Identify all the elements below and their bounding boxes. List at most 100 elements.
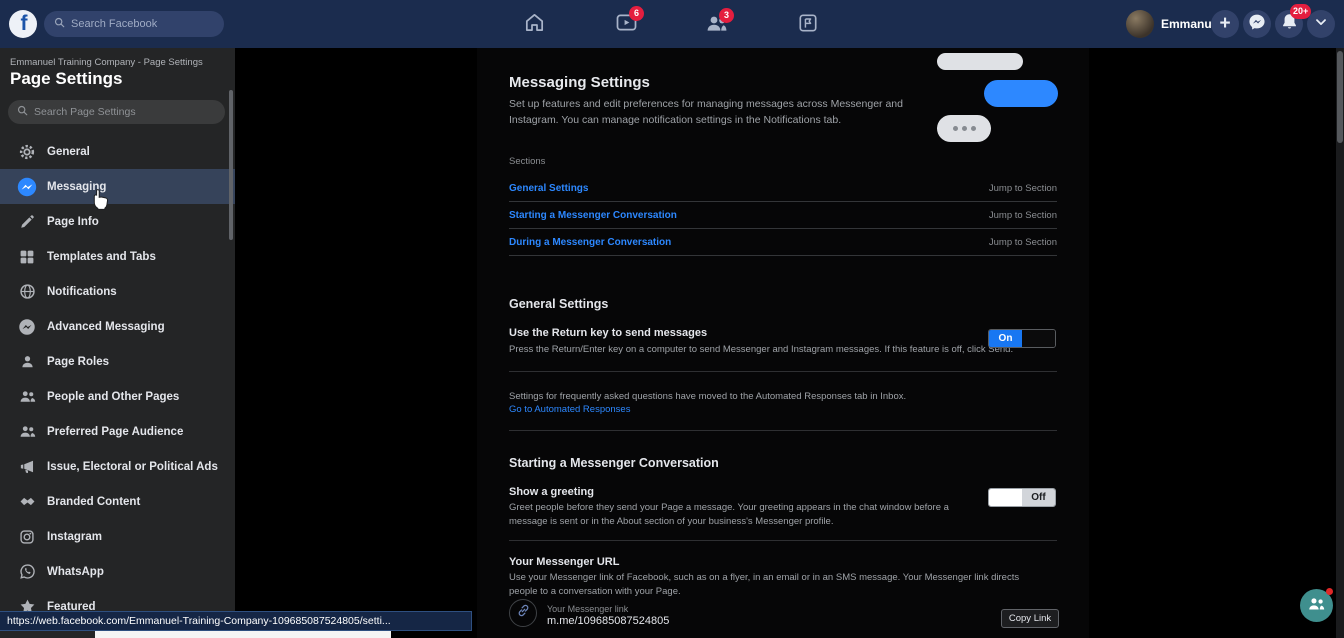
greeting-setting-title: Show a greeting: [509, 486, 594, 498]
home-icon: [523, 11, 546, 39]
faq-moved-note: Settings for frequently asked questions …: [509, 391, 907, 402]
settings-search[interactable]: [8, 100, 225, 124]
sidebar-item-label: Branded Content: [47, 495, 141, 508]
sidebar-item-messaging[interactable]: Messaging: [0, 169, 235, 204]
sidebar-item-label: WhatsApp: [47, 565, 104, 578]
sidebar-item-label: General: [47, 145, 90, 158]
jump-to-section-link[interactable]: Jump to Section: [989, 183, 1057, 194]
copy-link-button[interactable]: Copy Link: [1001, 609, 1059, 628]
widget-alert-dot: [1326, 588, 1333, 595]
jump-to-section-link[interactable]: Jump to Section: [989, 210, 1057, 221]
sidebar-item-label: Notifications: [47, 285, 117, 298]
whatsapp-icon: [16, 563, 38, 580]
floating-people-widget[interactable]: [1300, 588, 1333, 622]
link-icon: [516, 603, 531, 623]
person-icon: [16, 354, 38, 369]
section-link-row: General Settings Jump to Section: [509, 175, 1057, 202]
notifications-count-badge: 20+: [1290, 4, 1312, 19]
sidebar-item-general[interactable]: General: [0, 134, 235, 169]
section-link-general-settings[interactable]: General Settings: [509, 183, 588, 194]
pencil-icon: [16, 214, 38, 230]
panel-description: Set up features and edit preferences for…: [509, 98, 903, 126]
top-navigation-bar: f 6 3 20+ Emmanuel +: [0, 0, 1344, 48]
greeting-setting-description: Greet people before they send your Page …: [509, 502, 949, 528]
messenger-button[interactable]: [1243, 10, 1271, 38]
section-link-starting-conversation[interactable]: Starting a Messenger Conversation: [509, 210, 677, 221]
chevron-down-icon: [1314, 15, 1328, 34]
jump-to-section-link[interactable]: Jump to Section: [989, 237, 1057, 248]
settings-nav: General Messaging Page Info Templates an…: [0, 134, 235, 624]
section-link-row: During a Messenger Conversation Jump to …: [509, 229, 1057, 256]
sidebar-item-label: Page Info: [47, 215, 99, 228]
greeting-toggle[interactable]: Off: [988, 488, 1056, 507]
sections-label: Sections: [509, 156, 546, 167]
breadcrumb: Emmanuel Training Company - Page Setting…: [10, 57, 203, 68]
globe-icon: [16, 283, 38, 300]
account-menu-button[interactable]: [1307, 10, 1335, 38]
sidebar-item-issue-electoral-political-ads[interactable]: Issue, Electoral or Political Ads: [0, 449, 235, 484]
search-icon: [17, 103, 28, 121]
sidebar-scrollbar-thumb[interactable]: [229, 90, 233, 240]
typing-indicator-illustration: [937, 115, 991, 142]
divider: [509, 371, 1057, 372]
toggle-on-segment[interactable]: [989, 489, 1022, 506]
megaphone-icon: [16, 458, 38, 475]
go-to-automated-responses-link[interactable]: Go to Automated Responses: [509, 404, 630, 415]
home-tab[interactable]: [521, 12, 547, 38]
messaging-settings-panel: Messaging Settings Set up features and e…: [477, 48, 1089, 638]
search-icon: [54, 15, 65, 33]
profile-avatar: [1126, 10, 1154, 38]
page-title: Page Settings: [10, 69, 123, 88]
settings-search-input[interactable]: [34, 106, 216, 118]
people-icon: [16, 424, 38, 439]
sidebar-item-label: Page Roles: [47, 355, 109, 368]
sidebar-item-whatsapp[interactable]: WhatsApp: [0, 554, 235, 589]
facebook-logo[interactable]: f: [9, 10, 37, 38]
sidebar-item-notifications[interactable]: Notifications: [0, 274, 235, 309]
link-icon-circle: [509, 599, 537, 627]
bottom-white-strip: [95, 631, 391, 638]
section-link-list: General Settings Jump to Section Startin…: [509, 175, 1057, 256]
handshake-icon: [16, 493, 38, 510]
people-icon: [1307, 595, 1326, 617]
facebook-search[interactable]: [44, 11, 224, 37]
page-settings-sidebar: Emmanuel Training Company - Page Setting…: [0, 48, 235, 638]
section-link-row: Starting a Messenger Conversation Jump t…: [509, 202, 1057, 229]
people-icon: [16, 389, 38, 404]
sidebar-item-label: Messaging: [47, 180, 107, 193]
sidebar-item-preferred-page-audience[interactable]: Preferred Page Audience: [0, 414, 235, 449]
sidebar-item-page-info[interactable]: Page Info: [0, 204, 235, 239]
gear-icon: [16, 143, 38, 161]
messenger-url-title: Your Messenger URL: [509, 556, 620, 568]
general-settings-heading: General Settings: [509, 297, 609, 311]
section-link-during-conversation[interactable]: During a Messenger Conversation: [509, 237, 671, 248]
sidebar-item-templates-and-tabs[interactable]: Templates and Tabs: [0, 239, 235, 274]
sidebar-item-advanced-messaging[interactable]: Advanced Messaging: [0, 309, 235, 344]
sidebar-item-people-and-other-pages[interactable]: People and Other Pages: [0, 379, 235, 414]
starting-conversation-heading: Starting a Messenger Conversation: [509, 456, 719, 470]
groups-notification-badge: 3: [719, 8, 734, 23]
sidebar-item-instagram[interactable]: Instagram: [0, 519, 235, 554]
grid-icon: [16, 249, 38, 265]
divider: [509, 540, 1057, 541]
profile-menu[interactable]: Emmanuel: [1126, 10, 1222, 38]
toggle-off-segment[interactable]: Off: [1022, 489, 1055, 506]
toggle-off-segment[interactable]: [1022, 330, 1055, 347]
facebook-search-input[interactable]: [71, 18, 214, 30]
page-scrollbar-thumb[interactable]: [1337, 51, 1343, 143]
toggle-on-segment[interactable]: On: [989, 330, 1022, 347]
sidebar-item-label: Advanced Messaging: [47, 320, 165, 333]
messenger-icon: [1248, 13, 1266, 36]
sidebar-item-branded-content[interactable]: Branded Content: [0, 484, 235, 519]
page-scrollbar[interactable]: [1336, 48, 1344, 638]
pages-tab[interactable]: [795, 12, 821, 38]
panel-title: Messaging Settings: [509, 74, 650, 91]
pages-flag-icon: [797, 12, 819, 39]
create-button[interactable]: +: [1211, 10, 1239, 38]
instagram-icon: [16, 529, 38, 545]
return-key-toggle[interactable]: On: [988, 329, 1056, 348]
messenger-icon: [16, 177, 38, 197]
watch-notification-badge: 6: [629, 6, 644, 21]
chat-bubble-illustration: [937, 53, 1023, 70]
sidebar-item-page-roles[interactable]: Page Roles: [0, 344, 235, 379]
